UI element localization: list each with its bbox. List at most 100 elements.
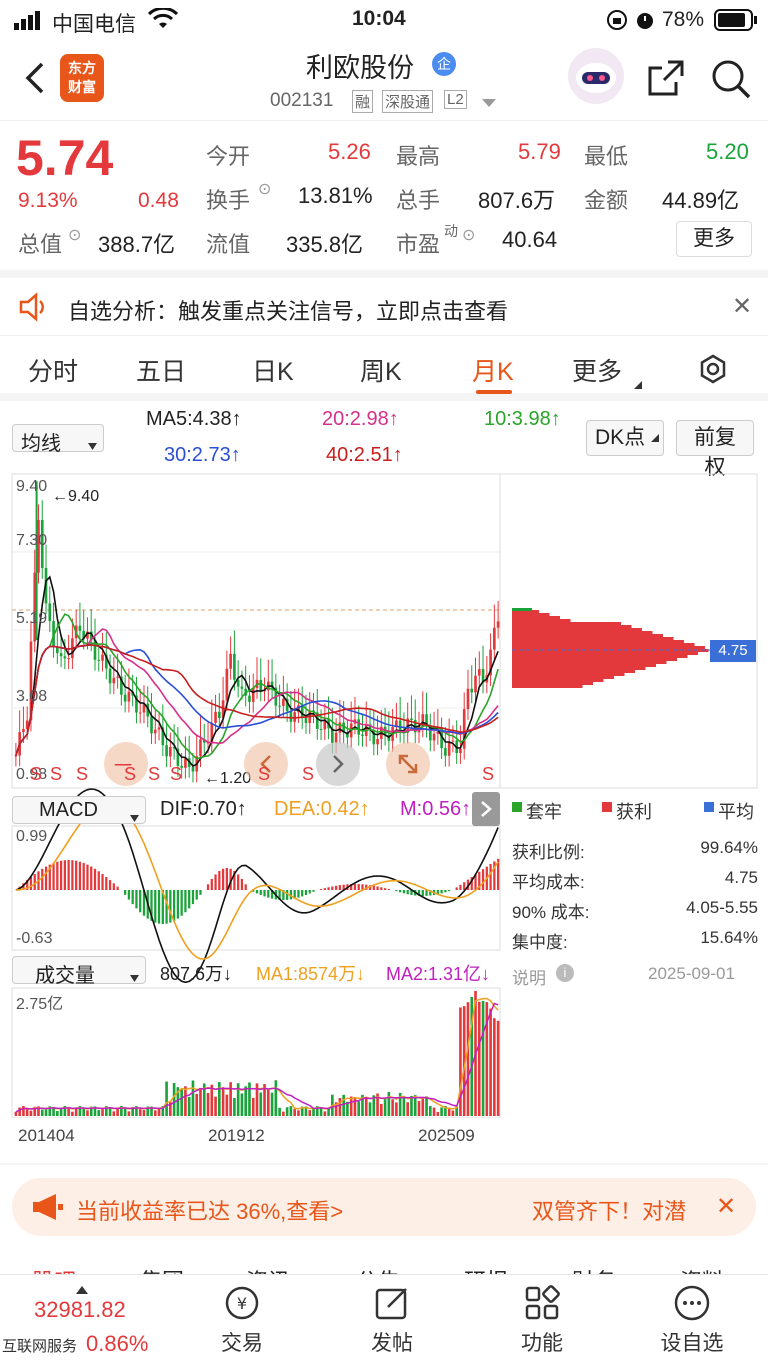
chip-bar	[512, 673, 625, 676]
candle-body	[282, 698, 285, 706]
info-icon[interactable]: ⊙	[68, 225, 81, 245]
share-icon[interactable]	[646, 58, 686, 103]
legend-average-swatch	[704, 802, 714, 812]
trade-button[interactable]: ¥ 交易	[192, 1283, 292, 1357]
tab-month-k[interactable]: 月K	[472, 352, 514, 388]
volume-bar	[440, 1107, 443, 1116]
candle-body	[14, 755, 18, 757]
candle-body	[225, 668, 229, 701]
candle-body	[233, 653, 236, 680]
volume-bar	[289, 1106, 293, 1116]
tab-news[interactable]: 资讯	[246, 1264, 290, 1274]
candle-body	[153, 729, 157, 734]
volume-bar	[191, 1080, 195, 1116]
post-button[interactable]: 发帖	[342, 1283, 442, 1357]
volume-bar	[142, 1110, 146, 1116]
turnover-info-icon[interactable]: ⊙	[258, 179, 271, 199]
caret-icon	[651, 421, 659, 451]
analysis-notice[interactable]: 自选分析：触发重点关注信号，立即点击查看 ✕	[0, 270, 768, 335]
volume-bar	[244, 1086, 248, 1116]
volume-bar	[123, 1108, 127, 1116]
expand-chart-button[interactable]	[386, 742, 430, 786]
close-icon[interactable]: ✕	[716, 1192, 736, 1221]
ma30-value: 30:2.73↑	[164, 444, 241, 466]
volume-bar	[436, 1111, 440, 1116]
promo-banner[interactable]: 当前收益率已达 36%,查看> 双管齐下！对潜 ✕	[12, 1178, 756, 1236]
tab-finance[interactable]: 财务	[572, 1264, 616, 1274]
enterprise-badge: 企	[432, 52, 456, 76]
tab-research[interactable]: 研报	[464, 1264, 508, 1274]
tab-profile[interactable]: 资料	[680, 1264, 724, 1274]
dropdown-icon[interactable]	[482, 96, 496, 114]
more-button[interactable]: 更多	[676, 221, 752, 257]
carrier-label: 中国电信	[52, 13, 136, 36]
function-button[interactable]: 功能	[492, 1283, 592, 1357]
logo-text-top: 东方	[68, 60, 96, 76]
market-cap-label: 总值	[18, 232, 63, 257]
volume-bar	[199, 1087, 202, 1116]
volume-bar	[293, 1108, 296, 1116]
volume-bar	[86, 1110, 89, 1116]
tab-active-indicator	[476, 390, 512, 394]
candle-body	[432, 733, 436, 741]
chip-bar	[512, 664, 656, 667]
add-watchlist-button[interactable]: 设自选	[642, 1283, 742, 1357]
volume-bar	[67, 1107, 70, 1116]
chip-bar	[512, 667, 646, 670]
add-watchlist-label: 设自选	[660, 1332, 724, 1355]
tab-five-day[interactable]: 五日	[136, 352, 186, 388]
volume-bar	[240, 1093, 244, 1116]
volume-bar	[425, 1096, 428, 1116]
tab-day-k[interactable]: 日K	[252, 352, 294, 388]
tab-week-k[interactable]: 周K	[360, 352, 402, 388]
assistant-avatar[interactable]	[568, 48, 624, 104]
stock-code: 002131	[270, 90, 334, 111]
chip-bar	[512, 670, 635, 673]
chip-row-value: 15.64%	[700, 928, 758, 947]
battery-percent: 78%	[662, 8, 705, 31]
back-icon[interactable]	[22, 60, 48, 101]
ma10-value: 10:3.98↑	[484, 408, 561, 430]
kline-chart[interactable]: 9.40 ←9.40 7.30 5.19 3.08 0.98 ←1.20 4.7…	[0, 470, 768, 1170]
adjust-button[interactable]: 前复权	[676, 420, 754, 479]
candle-body	[127, 691, 131, 702]
indicator-selector[interactable]: 均线	[12, 424, 104, 455]
info-icon[interactable]: i	[556, 964, 574, 982]
search-icon[interactable]	[710, 58, 752, 105]
chip-note-link[interactable]: 说明	[512, 964, 546, 989]
tab-intraday[interactable]: 分时	[28, 352, 78, 388]
tab-more[interactable]: 更多	[572, 352, 622, 388]
candle-body	[48, 603, 52, 622]
volume-selector[interactable]: 成交量	[12, 956, 146, 987]
volume-ma2: MA2:1.31亿↓	[386, 964, 491, 984]
candle-body	[459, 748, 462, 754]
scroll-right-button[interactable]	[316, 742, 360, 786]
volume-bar	[270, 1092, 274, 1116]
settings-icon[interactable]	[698, 354, 728, 389]
dk-point-button[interactable]: DK点	[586, 420, 664, 456]
candle-body	[218, 711, 221, 718]
volume-bar	[71, 1111, 74, 1116]
macd-selector[interactable]: MACD	[12, 796, 146, 824]
margin-tag: 融	[352, 90, 374, 113]
tab-announcements[interactable]: 公告	[356, 1264, 400, 1274]
candle-body	[338, 722, 342, 733]
change-percent: 9.13%	[18, 189, 78, 212]
pe-info-icon[interactable]: ⊙	[462, 225, 475, 245]
tab-group[interactable]: 集团	[140, 1264, 184, 1274]
sell-mark: S	[30, 764, 43, 784]
candle-body	[466, 688, 470, 710]
volume-bar	[481, 1000, 485, 1116]
close-icon[interactable]: ✕	[732, 292, 752, 321]
promo-text-scroll: 双管齐下！对潜	[532, 1199, 687, 1224]
chip-row-value: 99.64%	[700, 838, 758, 857]
panel-toggle-button[interactable]	[472, 792, 500, 826]
index-value[interactable]: 32981.82	[34, 1297, 126, 1323]
candle-body	[474, 675, 477, 693]
market-cap: 388.7亿	[98, 232, 176, 257]
tab-forum[interactable]: 股吧	[32, 1264, 76, 1274]
trade-label: 交易	[221, 1332, 263, 1355]
sell-mark: S	[148, 764, 161, 784]
pe-value: 40.64	[502, 227, 558, 252]
x-tick-3: 202509	[418, 1126, 475, 1145]
